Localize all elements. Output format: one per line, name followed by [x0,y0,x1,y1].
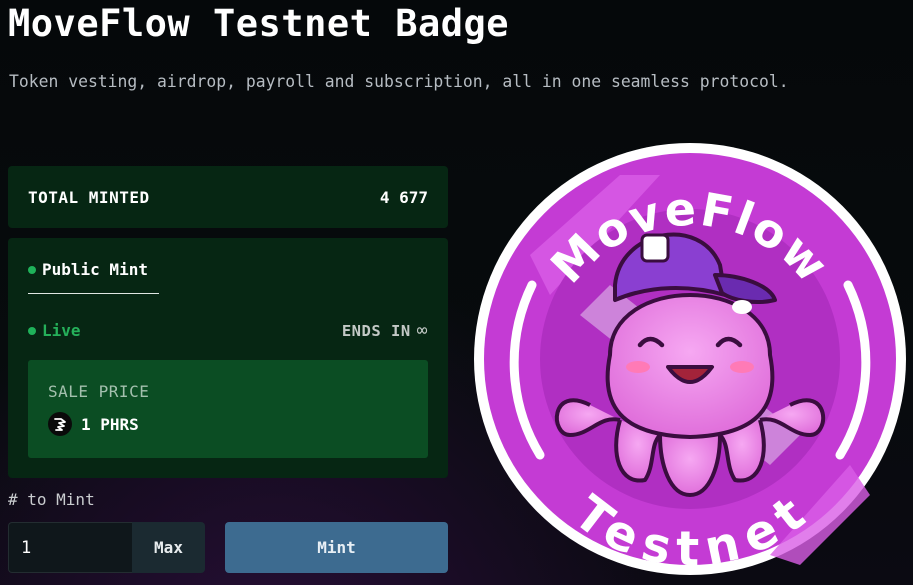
page-subtitle: Token vesting, airdrop, payroll and subs… [9,72,789,91]
page-title: MoveFlow Testnet Badge [8,2,510,45]
sale-price-value: 1 PHRS [81,414,139,434]
sale-card: Public Mint Live ENDS IN ∞ SALE PRICE 1 … [8,238,448,478]
phase-label: Public Mint [42,260,148,279]
quantity-input[interactable] [8,522,132,573]
sale-price-box: SALE PRICE 1 PHRS [28,360,428,458]
quantity-label: # to Mint [8,490,95,509]
tab-public-mint[interactable]: Public Mint [28,260,159,294]
live-status: Live [28,321,81,340]
infinity-icon: ∞ [416,320,428,341]
total-minted-label: TOTAL MINTED [28,187,150,207]
max-button[interactable]: Max [132,522,205,573]
mint-button[interactable]: Mint [225,522,448,573]
phase-dot-icon [28,265,36,274]
live-status-label: Live [42,321,81,340]
sale-price-label: SALE PRICE [48,382,150,401]
ends-in: ENDS IN ∞ [342,320,428,341]
live-dot-icon [28,326,36,335]
total-minted-value: 4 677 [379,187,428,207]
phrs-token-icon [48,412,72,436]
sale-price-row: 1 PHRS [48,412,139,436]
moveflow-testnet-badge: MoveFlow Testnet [474,143,906,577]
sale-status-row: Live ENDS IN ∞ [28,320,428,341]
ends-in-label: ENDS IN [341,321,411,340]
total-minted-card: TOTAL MINTED 4 677 [8,166,448,228]
